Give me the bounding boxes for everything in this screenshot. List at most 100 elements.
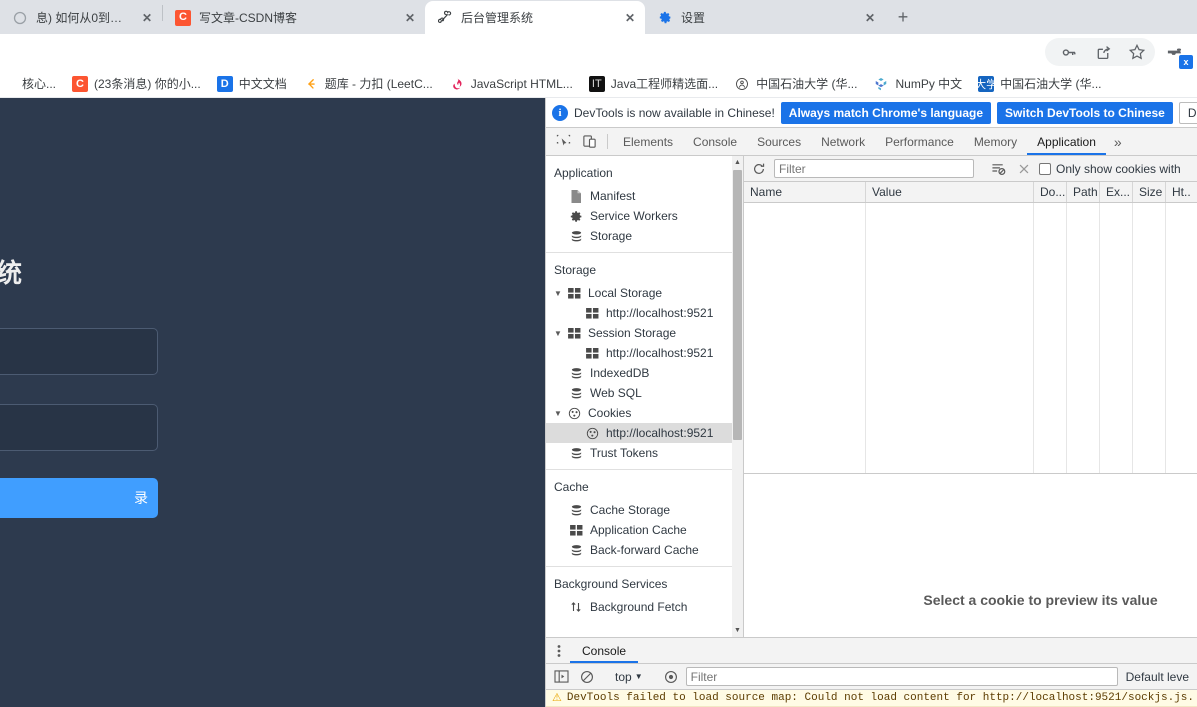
console-filter-input[interactable] <box>685 667 1118 686</box>
sidebar-item-cookies[interactable]: ▼ Cookies <box>546 403 743 423</box>
console-message-warning[interactable]: ⚠ DevTools failed to load source map: Co… <box>546 690 1197 707</box>
bookmark-item[interactable]: IT Java工程师精选面... <box>581 72 726 96</box>
key-icon[interactable] <box>1055 38 1083 66</box>
refresh-icon[interactable] <box>748 158 770 180</box>
cookies-table-header: Name Value Do... Path Ex... Size Ht.. <box>744 182 1197 203</box>
bookmark-item[interactable]: 中国石油大学 (华... <box>726 72 865 96</box>
sidebar-item-local-storage[interactable]: ▼ Local Storage <box>546 283 743 303</box>
more-tabs-icon[interactable]: » <box>1106 128 1130 155</box>
browser-tab-0[interactable]: 息) 如何从0到1整合出一 ✕ <box>0 1 162 34</box>
column-header-name[interactable]: Name <box>744 182 866 202</box>
sidebar-item-local-storage-origin[interactable]: http://localhost:9521 <box>546 303 743 323</box>
sidebar-item-back-forward-cache[interactable]: Back-forward Cache <box>546 540 743 560</box>
tab-sources[interactable]: Sources <box>747 128 811 155</box>
table-icon <box>566 287 582 299</box>
tab-close-icon[interactable]: ✕ <box>611 11 635 25</box>
column-header-expires[interactable]: Ex... <box>1100 182 1133 202</box>
sidebar-item-cookies-origin-selected[interactable]: http://localhost:9521 <box>546 423 743 443</box>
bookmark-item[interactable]: 题库 - 力扣 (LeetC... <box>295 72 441 96</box>
sidebar-item-cache-storage[interactable]: Cache Storage <box>546 500 743 520</box>
cookies-table-body[interactable] <box>744 203 1197 473</box>
database-icon <box>568 367 584 380</box>
tab-close-icon[interactable]: ✕ <box>128 11 152 25</box>
chevron-down-icon[interactable]: ▼ <box>554 409 566 418</box>
star-icon[interactable] <box>1123 38 1151 66</box>
only-show-cookies-checkbox[interactable]: Only show cookies with <box>1039 162 1181 176</box>
sidebar-item-background-fetch[interactable]: Background Fetch <box>546 597 743 617</box>
switch-devtools-to-chinese-button[interactable]: Switch DevTools to Chinese <box>997 101 1173 124</box>
table-column-divider <box>1133 203 1166 473</box>
column-header-httponly[interactable]: Ht.. <box>1166 182 1192 202</box>
new-tab-button[interactable]: + <box>889 3 917 31</box>
inspect-icon[interactable] <box>550 128 576 155</box>
sidebar-item-session-storage[interactable]: ▼ Session Storage <box>546 323 743 343</box>
always-match-language-button[interactable]: Always match Chrome's language <box>780 101 992 124</box>
bookmark-item[interactable]: D 中文文档 <box>209 72 295 96</box>
sidebar-item-application-cache[interactable]: Application Cache <box>546 520 743 540</box>
chevron-down-icon: ▼ <box>634 672 643 681</box>
tab-memory[interactable]: Memory <box>964 128 1027 155</box>
column-header-path[interactable]: Path <box>1067 182 1100 202</box>
console-context-selector[interactable]: top ▼ <box>611 670 647 684</box>
tab-application[interactable]: Application <box>1027 128 1106 155</box>
leetcode-icon <box>303 76 319 92</box>
sidebar-item-web-sql[interactable]: Web SQL <box>546 383 743 403</box>
bookmark-item[interactable]: 核心... <box>0 72 64 96</box>
sidebar-item-manifest[interactable]: Manifest <box>546 186 743 206</box>
chevron-down-icon[interactable]: ▼ <box>554 329 566 338</box>
device-toolbar-icon[interactable] <box>576 128 602 155</box>
cookie-icon <box>566 407 582 420</box>
scroll-down-arrow-icon[interactable]: ▼ <box>732 624 743 637</box>
sidebar-section-title: Storage <box>554 263 597 277</box>
browser-tab-2-active[interactable]: 后台管理系统 ✕ <box>425 1 645 34</box>
sidebar-item-storage[interactable]: Storage <box>546 226 743 246</box>
sidebar-item-indexeddb[interactable]: IndexedDB <box>546 363 743 383</box>
live-expression-icon[interactable] <box>660 666 682 688</box>
scrollbar-thumb[interactable] <box>733 170 742 440</box>
browser-toolbar: x <box>0 34 1197 70</box>
clear-filtered-icon[interactable] <box>987 158 1009 180</box>
gear-icon <box>657 10 673 26</box>
tab-elements[interactable]: Elements <box>613 128 683 155</box>
extension-icon[interactable]: x <box>1161 38 1193 69</box>
clear-console-icon[interactable] <box>576 666 598 688</box>
tab-close-icon[interactable]: ✕ <box>851 11 875 25</box>
csdn-icon: C <box>175 9 191 26</box>
sidebar-item-trust-tokens[interactable]: Trust Tokens <box>546 443 743 463</box>
bookmark-item[interactable]: NumPy 中文 <box>865 72 970 96</box>
bookmark-item[interactable]: JavaScript HTML... <box>441 72 581 96</box>
console-log-level-selector[interactable]: Default leve <box>1122 670 1193 684</box>
cookie-icon <box>584 427 600 440</box>
browser-tab-3[interactable]: 设置 ✕ <box>645 1 885 34</box>
checkbox-box[interactable] <box>1039 162 1051 175</box>
sidebar-scrollbar[interactable]: ▲ ▼ <box>732 156 743 637</box>
kebab-menu-icon[interactable] <box>548 638 570 663</box>
tab-console[interactable]: Console <box>683 128 747 155</box>
tab-performance[interactable]: Performance <box>875 128 964 155</box>
bookmark-label: 核心... <box>22 77 57 91</box>
sidebar-item-label: Service Workers <box>590 209 678 223</box>
cookies-filter-input[interactable] <box>774 159 974 178</box>
console-sidebar-icon[interactable] <box>550 666 572 688</box>
tab-close-icon[interactable]: ✕ <box>391 11 415 25</box>
tab-network[interactable]: Network <box>811 128 875 155</box>
sidebar-item-session-storage-origin[interactable]: http://localhost:9521 <box>546 343 743 363</box>
column-header-domain[interactable]: Do... <box>1034 182 1067 202</box>
username-field[interactable] <box>0 328 158 375</box>
bookmark-item[interactable]: 大学 中国石油大学 (华... <box>970 72 1109 96</box>
clear-all-icon[interactable] <box>1013 158 1035 180</box>
share-icon[interactable] <box>1089 38 1117 66</box>
sidebar-item-label: Manifest <box>590 189 636 203</box>
sidebar-item-service-workers[interactable]: Service Workers <box>546 206 743 226</box>
scroll-up-arrow-icon[interactable]: ▲ <box>732 156 743 169</box>
column-header-size[interactable]: Size <box>1133 182 1166 202</box>
browser-tab-1[interactable]: C 写文章-CSDN博客 ✕ <box>163 1 425 34</box>
login-button[interactable]: 录 <box>0 478 158 518</box>
numpy-icon <box>873 76 889 92</box>
password-field[interactable] <box>0 404 158 451</box>
dont-show-button[interactable]: Don't show <box>1178 101 1197 124</box>
bookmark-item[interactable]: C (23条消息) 你的小... <box>64 72 209 96</box>
column-header-value[interactable]: Value <box>866 182 1034 202</box>
chevron-down-icon[interactable]: ▼ <box>554 289 566 298</box>
drawer-tab-console[interactable]: Console <box>570 638 638 663</box>
